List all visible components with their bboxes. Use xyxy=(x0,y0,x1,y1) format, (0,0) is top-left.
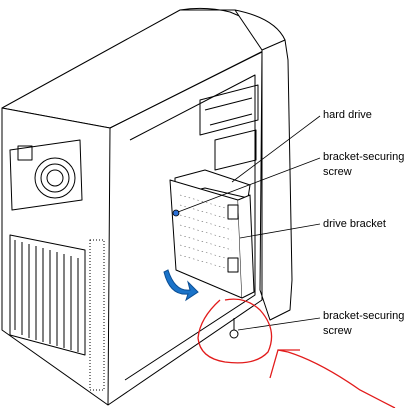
drive-bays xyxy=(199,84,259,171)
label-drive-bracket: drive bracket xyxy=(323,218,386,230)
drive-bracket xyxy=(169,179,243,299)
drive-bracket-assembly xyxy=(169,169,255,299)
label-bracket-screw-top: bracket-securing screw xyxy=(323,151,405,178)
case-top-panel xyxy=(1,9,286,129)
label-bracket-screw-bottom: bracket-securing screw xyxy=(323,310,405,337)
screw-top-icon xyxy=(172,209,180,217)
label-hard-drive: hard drive xyxy=(323,109,372,121)
leader-screw-bottom xyxy=(237,317,321,331)
computer-case-diagram xyxy=(1,7,396,408)
